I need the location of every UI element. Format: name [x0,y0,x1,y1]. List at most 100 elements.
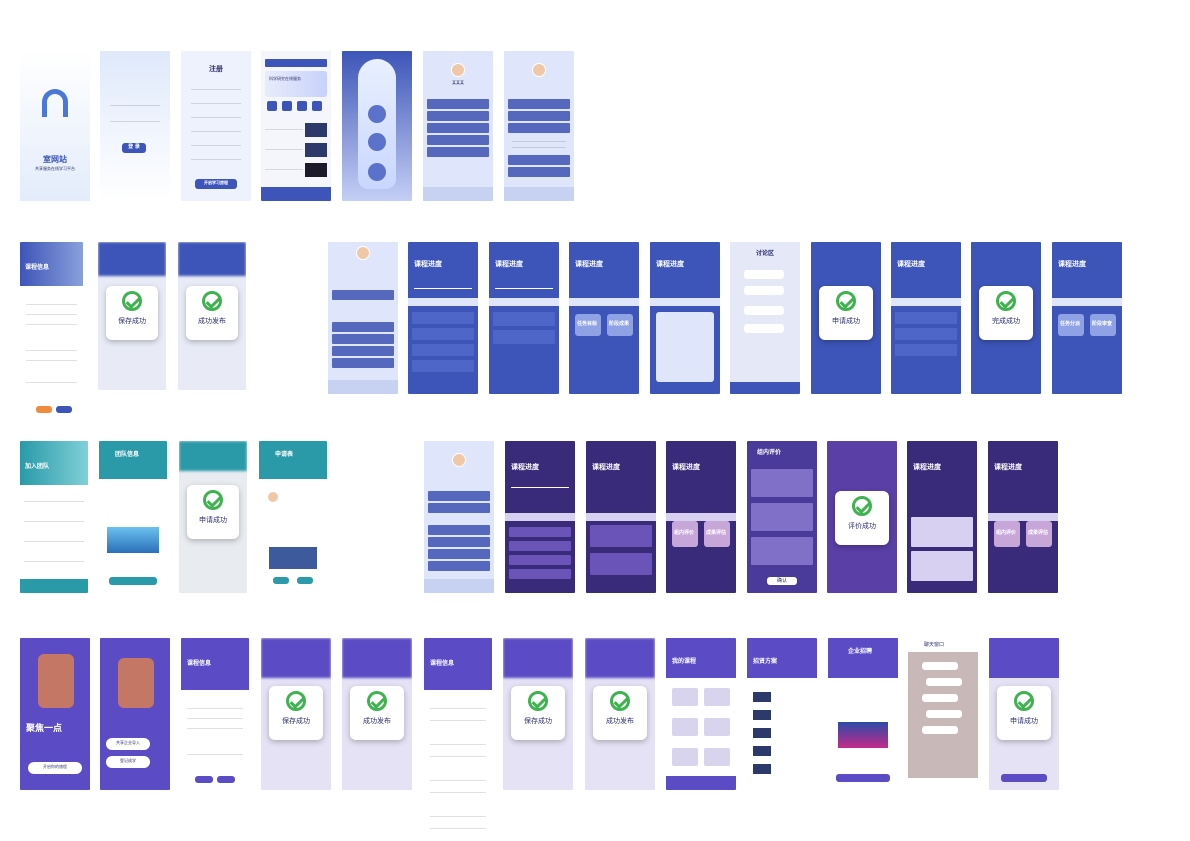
category-icon[interactable] [282,101,292,111]
splash-title: 室网站 [43,155,67,164]
success-dialog: 成功发布 [593,686,647,740]
save-button[interactable] [36,406,52,413]
publish-success-screen: 成功发布 [585,638,655,790]
page-title: 课程进度 [414,260,442,268]
progress-task-screen: 课程进度 任务目标 阶段成果 [569,242,639,394]
page-title: 课程进度 [1058,260,1086,268]
page-title: 课程进度 [592,463,620,471]
task-card[interactable]: 任务目标 [575,314,601,336]
check-icon [610,691,630,711]
home-banner: 科学研究在线服务 [269,76,301,81]
progress-screen-purple: 课程进度 [907,441,977,593]
application-form-screen: 申请表 [259,441,327,593]
group-review-screen: 组内评价 确认 [747,441,817,593]
success-dialog: 评价成功 [835,491,889,545]
submit-button[interactable] [1001,774,1047,782]
success-dialog: 保存成功 [106,286,158,340]
page-title: 申请表 [275,451,294,458]
check-icon [852,496,872,516]
reject-button[interactable] [273,577,289,584]
login-screen: 登 录 [100,51,170,201]
tab-bar[interactable] [504,187,574,201]
register-title: 注册 [209,65,223,73]
tab-bar[interactable] [423,187,493,201]
tab-bar[interactable] [261,187,331,201]
page-title: 课程进度 [672,463,700,471]
page-title: 课程进度 [575,260,603,268]
page-title: 课程进度 [495,260,523,268]
avatar[interactable] [532,63,546,77]
profile-screen-expanded [504,51,574,201]
check-icon [286,691,306,711]
page-title: 课程进度 [913,463,941,471]
eval-card[interactable]: 成果评估 [704,521,730,547]
menu-circle-icon[interactable] [368,133,386,151]
task-card[interactable]: 阶段成果 [607,314,633,336]
recruit-plan-screen: 招贤方案 [747,638,817,790]
message-input[interactable] [908,778,978,790]
tab-bar[interactable] [666,776,736,790]
progress-screen: 课程进度 [408,242,478,394]
check-icon [1014,691,1034,711]
success-dialog: 保存成功 [269,686,323,740]
save-success-screen: 保存成功 [503,638,573,790]
success-dialog: 申请成功 [997,686,1051,740]
start-button[interactable]: 开启你的旅程 [28,762,82,774]
avatar[interactable] [356,246,370,260]
progress-detail-screen: 课程进度 [650,242,720,394]
page-title: 招贤方案 [753,658,778,665]
menu-circle-icon[interactable] [368,163,386,181]
enterprise-recruit-screen: 企业招聘 [828,638,898,790]
task-card[interactable]: 任务分派 [1058,314,1084,336]
course-info-screen: 课程信息 [20,242,83,420]
page-title: 企业招聘 [848,648,873,655]
submit-button[interactable] [836,774,890,782]
username-field[interactable] [110,105,160,106]
save-success-screen: 保存成功 [98,242,166,390]
progress-screen-purple: 课程进度 [505,441,575,593]
confirm-button[interactable]: 确认 [767,577,797,585]
splash-subtitle: 共享服务在线学习平台 [35,166,75,171]
register-button[interactable]: 开启学习旅程 [195,179,237,189]
tab-bar[interactable] [20,579,88,593]
publish-button[interactable] [56,406,72,413]
home-screen: 科学研究在线服务 [261,51,331,201]
course-form-long-screen: 课程信息 [424,638,492,838]
join-team-screen: 加入团队 [20,441,88,593]
success-dialog: 申请成功 [819,286,873,340]
rocket-illustration [358,59,396,189]
join-button[interactable] [109,577,157,585]
tab-bar[interactable] [328,380,398,394]
team-info-screen: 团队信息 [99,441,167,593]
profile-screen: 某某某 [423,51,493,201]
search-input[interactable] [265,59,327,67]
progress-screen-purple: 课程进度 [586,441,656,593]
check-icon [836,291,856,311]
accept-button[interactable] [297,577,313,584]
task-card[interactable]: 阶段审查 [1090,314,1116,336]
avatar[interactable] [452,453,466,467]
success-dialog: 保存成功 [511,686,565,740]
tab-bar[interactable] [424,579,494,593]
discussion-screen: 讨论区 [730,242,800,394]
category-icon[interactable] [297,101,307,111]
login-button[interactable]: 登 录 [122,143,146,153]
page-title: 我的课程 [672,658,697,665]
eval-card[interactable]: 组内评价 [672,521,698,547]
message-input[interactable] [730,382,800,394]
eval-card[interactable]: 组内评价 [994,521,1020,547]
password-field[interactable] [110,121,160,122]
eval-card[interactable]: 成果评估 [1026,521,1052,547]
check-icon [528,691,548,711]
hero-title: 聚焦一点 [26,724,63,734]
avatar[interactable] [451,63,465,77]
register-button[interactable]: 登记成学 [106,756,150,768]
save-success-screen: 保存成功 [261,638,331,790]
save-button[interactable] [195,776,213,783]
publish-button[interactable] [217,776,235,783]
menu-circle-icon[interactable] [368,105,386,123]
category-icon[interactable] [312,101,322,111]
category-icon[interactable] [267,101,277,111]
enterprise-button[interactable]: 共享企业导入 [106,738,150,750]
page-title: 课程信息 [25,264,50,271]
